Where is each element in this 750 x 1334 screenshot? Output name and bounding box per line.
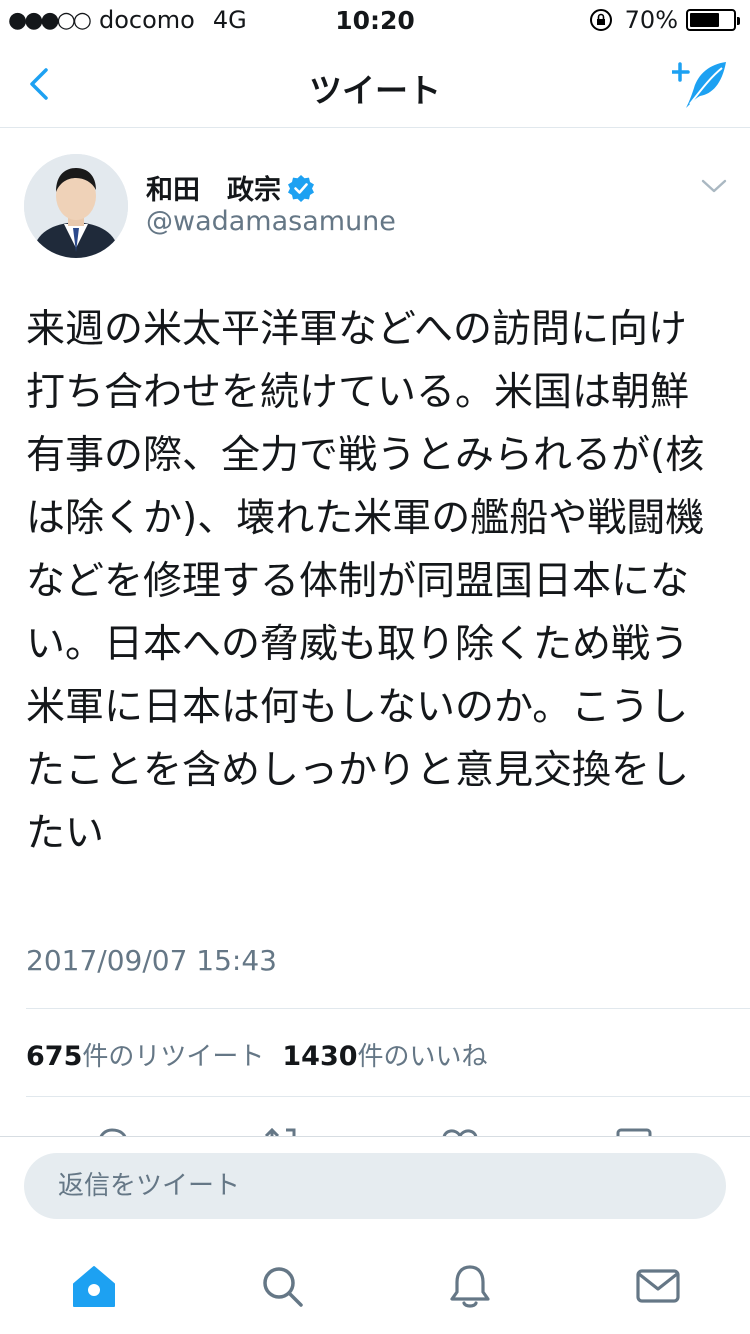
page-title: ツイート bbox=[309, 71, 441, 110]
tweet-actions bbox=[0, 1118, 750, 1136]
divider bbox=[26, 1008, 750, 1009]
status-right: 70% bbox=[589, 6, 740, 34]
reply-icon[interactable] bbox=[92, 1122, 132, 1136]
share-icon[interactable] bbox=[614, 1122, 654, 1136]
tweet-text: 来週の米太平洋軍などへの訪問に向け打ち合わせを続けている。米国は朝鮮有事の際、全… bbox=[26, 307, 705, 856]
display-name-text: 和田 政宗 bbox=[146, 175, 281, 206]
like-count: 1430 bbox=[282, 1041, 358, 1072]
user-handle[interactable]: @wadamasamune bbox=[146, 206, 396, 237]
like-icon[interactable] bbox=[440, 1122, 480, 1136]
verified-badge-icon bbox=[288, 174, 314, 202]
retweet-icon[interactable] bbox=[262, 1122, 302, 1136]
profile-photo bbox=[24, 154, 128, 258]
tweet-stats: 675件のリツイート 1430件のいいね bbox=[26, 1036, 506, 1073]
search-icon[interactable] bbox=[258, 1262, 306, 1310]
like-label: 件のいいね bbox=[357, 1042, 488, 1072]
reply-bar bbox=[0, 1136, 750, 1234]
like-stat[interactable]: 1430件のいいね bbox=[282, 1036, 487, 1073]
compose-tweet-icon[interactable] bbox=[672, 58, 730, 110]
retweet-stat[interactable]: 675件のリツイート bbox=[26, 1036, 264, 1073]
messages-icon[interactable] bbox=[634, 1262, 682, 1310]
battery-level bbox=[690, 13, 720, 27]
reply-input[interactable] bbox=[24, 1153, 726, 1219]
retweet-label: 件のリツイート bbox=[82, 1042, 265, 1072]
status-bar: ●●●○○ docomo 4G 10:20 70% bbox=[0, 0, 750, 40]
display-name[interactable]: 和田 政宗 bbox=[146, 168, 315, 207]
avatar[interactable] bbox=[24, 154, 128, 258]
nav-bar: ツイート bbox=[0, 40, 750, 128]
divider bbox=[26, 1096, 750, 1097]
home-icon[interactable] bbox=[70, 1262, 118, 1310]
orientation-lock-icon bbox=[589, 9, 612, 31]
tweet-timestamp: 2017/09/07 15:43 bbox=[26, 944, 277, 977]
notifications-icon[interactable] bbox=[446, 1262, 494, 1310]
chevron-down-icon[interactable] bbox=[700, 176, 728, 196]
battery-percent: 70% bbox=[624, 6, 678, 34]
battery-icon bbox=[686, 9, 740, 31]
tab-bar bbox=[0, 1234, 750, 1334]
retweet-count: 675 bbox=[26, 1041, 83, 1072]
